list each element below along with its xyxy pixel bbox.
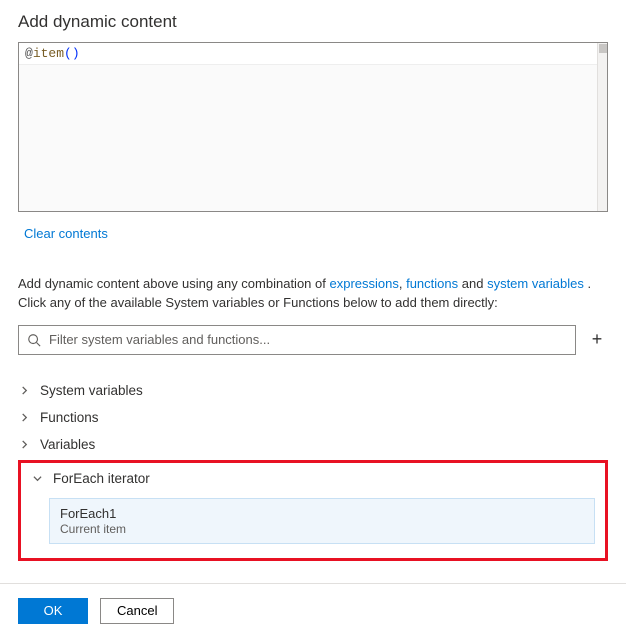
category-label: ForEach iterator: [53, 471, 150, 486]
chevron-right-icon: [18, 413, 30, 422]
editor-scrollbar[interactable]: [597, 43, 607, 211]
expression-editor[interactable]: @item(): [18, 42, 608, 212]
chevron-down-icon: [31, 474, 43, 483]
item-subtitle: Current item: [60, 522, 584, 536]
category-functions[interactable]: Functions: [18, 404, 608, 431]
category-label: Variables: [40, 437, 95, 452]
cancel-button[interactable]: Cancel: [100, 598, 174, 624]
scrollbar-thumb[interactable]: [599, 44, 607, 53]
filter-input[interactable]: [47, 331, 567, 348]
category-variables[interactable]: Variables: [18, 431, 608, 458]
chevron-right-icon: [18, 386, 30, 395]
functions-link[interactable]: functions: [406, 276, 458, 291]
chevron-right-icon: [18, 440, 30, 449]
system-variables-link[interactable]: system variables: [487, 276, 584, 291]
category-label: Functions: [40, 410, 99, 425]
clear-contents-link[interactable]: Clear contents: [24, 226, 108, 241]
ok-button[interactable]: OK: [18, 598, 88, 624]
highlight-box: ForEach iterator ForEach1 Current item: [18, 460, 608, 561]
expression-line: @item(): [19, 43, 607, 65]
item-name: ForEach1: [60, 506, 584, 521]
category-foreach-iterator[interactable]: ForEach iterator: [31, 469, 595, 492]
expressions-link[interactable]: expressions: [329, 276, 398, 291]
search-icon: [27, 333, 41, 347]
category-label: System variables: [40, 383, 143, 398]
help-text: Add dynamic content above using any comb…: [18, 275, 608, 313]
category-system-variables[interactable]: System variables: [18, 377, 608, 404]
foreach-item-card[interactable]: ForEach1 Current item: [49, 498, 595, 544]
page-title: Add dynamic content: [18, 12, 608, 32]
add-button[interactable]: +: [586, 329, 608, 351]
filter-box[interactable]: [18, 325, 576, 355]
